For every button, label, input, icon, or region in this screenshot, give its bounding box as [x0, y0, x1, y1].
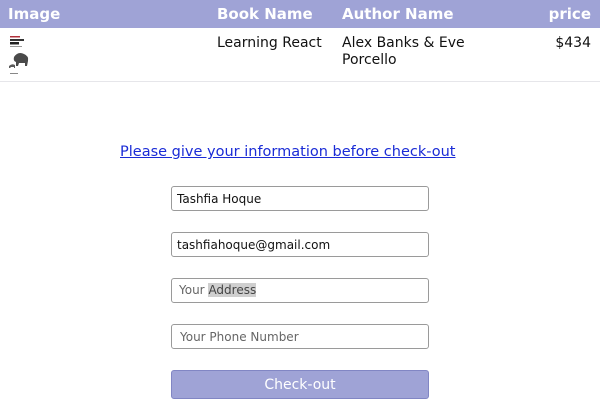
address-field[interactable]: [171, 278, 429, 303]
price-cell: $434: [555, 35, 591, 51]
header-book-name: Book Name: [217, 5, 313, 23]
header-image: Image: [8, 5, 61, 23]
header-price: price: [548, 5, 591, 23]
book-cover-learning-react-icon: [8, 33, 34, 77]
table-row: Learning React Alex Banks & Eve Porcello…: [0, 28, 600, 82]
cart-table: Image Book Name Author Name price Learni…: [0, 0, 600, 82]
email-field[interactable]: [171, 232, 429, 257]
author-name-cell: Alex Banks & Eve Porcello: [342, 35, 465, 68]
table-header: Image Book Name Author Name price: [0, 0, 600, 28]
header-author-name: Author Name: [342, 5, 454, 23]
checkout-button[interactable]: Check-out: [171, 370, 429, 399]
info-prompt-link[interactable]: Please give your information before chec…: [120, 143, 456, 161]
name-field[interactable]: [171, 186, 429, 211]
book-name-cell: Learning React: [217, 35, 322, 51]
phone-field[interactable]: [171, 324, 429, 349]
